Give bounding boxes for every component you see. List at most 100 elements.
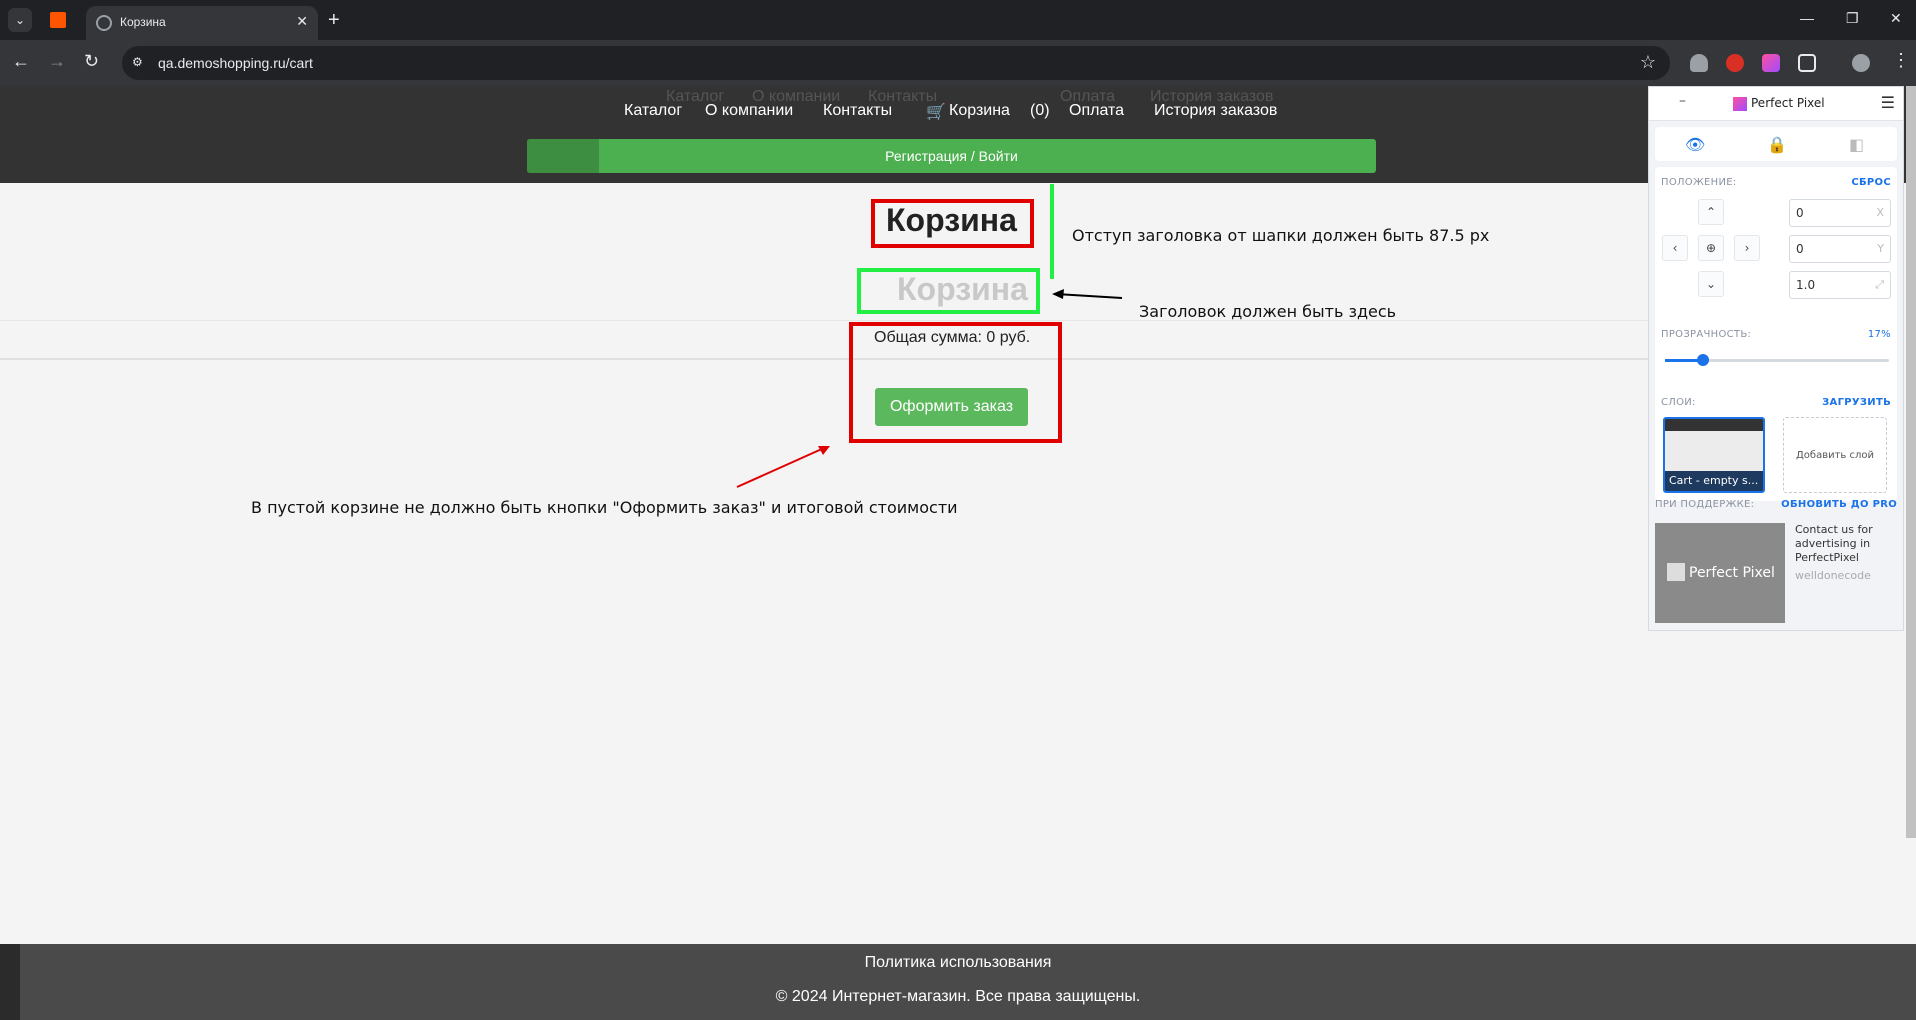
offset-annotation: Отступ заголовка от шапки должен быть 87… xyxy=(1072,226,1490,245)
x-position-input[interactable]: 0X xyxy=(1789,199,1891,227)
reset-link[interactable]: СБРОС xyxy=(1851,177,1891,188)
tab-search-dropdown[interactable]: ⌄ xyxy=(8,8,32,32)
bookmark-star-icon[interactable]: ☆ xyxy=(1640,52,1656,73)
soundcloud-pinned-tab-icon[interactable] xyxy=(50,12,66,28)
register-login-label: Регистрация / Войти xyxy=(885,148,1018,164)
reload-icon[interactable]: ↻ xyxy=(84,51,99,71)
cart-icon[interactable]: 🛒 xyxy=(926,102,946,122)
red-arrowhead xyxy=(818,446,830,455)
nav-order-history[interactable]: История заказов xyxy=(1154,102,1277,120)
x-value: 0 xyxy=(1796,206,1804,220)
move-up-button[interactable]: ⌃ xyxy=(1698,199,1724,225)
y-axis-label: Y xyxy=(1877,242,1884,255)
address-bar[interactable]: ⚙ qa.demoshopping.ru/cart ☆ xyxy=(122,46,1670,80)
ad-brand: Perfect Pixel xyxy=(1689,565,1775,581)
page-scrollbar[interactable] xyxy=(1906,86,1916,838)
resize-icon: ⤢ xyxy=(1875,278,1884,291)
y-value: 0 xyxy=(1796,242,1804,256)
browser-menu-icon[interactable]: ⋮ xyxy=(1892,50,1910,70)
nav-cart[interactable]: Корзина xyxy=(949,102,1010,120)
browser-toolbar: ← → ↻ ⚙ qa.demoshopping.ru/cart ☆ ⋮ xyxy=(0,40,1916,86)
red-arrow-line xyxy=(736,447,825,488)
perfect-pixel-panel: – Perfect Pixel ☰ 👁 🔒 ◧ ПОЛОЖЕНИЕ: СБРОС… xyxy=(1648,86,1904,631)
center-button[interactable]: ⊕ xyxy=(1698,235,1724,261)
site-footer: Политика использования © 2024 Интернет-м… xyxy=(0,944,1916,1020)
terms-of-use-link[interactable]: Политика использования xyxy=(0,954,1916,972)
y-position-input[interactable]: 0Y xyxy=(1789,235,1891,263)
site-info-icon[interactable]: ⚙ xyxy=(132,55,148,71)
divider xyxy=(0,358,1660,360)
nav-about[interactable]: О компании xyxy=(705,102,793,120)
eye-icon[interactable]: 👁 xyxy=(1685,135,1705,154)
position-label: ПОЛОЖЕНИЕ: xyxy=(1661,177,1737,188)
opacity-label: ПРОЗРАЧНОСТЬ: xyxy=(1661,329,1752,340)
site-header: Каталог О компании Контакты Оплата Истор… xyxy=(0,86,1916,183)
window-close-button[interactable]: ✕ xyxy=(1890,10,1902,27)
nav-contacts[interactable]: Контакты xyxy=(823,102,892,120)
pp-logo-icon xyxy=(1733,97,1747,111)
black-arrowhead xyxy=(1052,289,1064,299)
move-right-button[interactable]: › xyxy=(1734,235,1760,261)
upgrade-pro-link[interactable]: ОБНОВИТЬ ДО PRO xyxy=(1781,499,1897,510)
layers-label: СЛОИ: xyxy=(1661,397,1696,408)
ad-banner[interactable]: Perfect Pixel xyxy=(1655,523,1785,623)
move-down-button[interactable]: ⌄ xyxy=(1698,271,1724,297)
move-left-button[interactable]: ‹ xyxy=(1662,235,1688,261)
title-position-annotation: Заголовок должен быть здесь xyxy=(1139,302,1397,321)
pp-title: Perfect Pixel xyxy=(1751,96,1825,110)
opacity-slider[interactable] xyxy=(1665,354,1889,366)
pp-tabs: 👁 🔒 ◧ xyxy=(1655,127,1897,161)
opacity-slider-thumb[interactable] xyxy=(1697,354,1710,366)
layer-name: Cart - empty s... xyxy=(1665,471,1763,491)
perfect-pixel-extension-icon[interactable] xyxy=(1762,54,1780,72)
browser-tabbar: ⌄ Корзина ✕ + — ❐ ✕ xyxy=(0,0,1916,40)
pp-position-box: ПОЛОЖЕНИЕ: СБРОС ⌃ ‹ ⊕ › ⌄ 0X 0Y 1.0 ⤢ ПР… xyxy=(1655,167,1897,405)
ghost-page-title: Корзина xyxy=(897,271,1028,307)
layer-thumb-header xyxy=(1665,419,1763,431)
globe-icon xyxy=(96,15,112,31)
forward-arrow-icon[interactable]: → xyxy=(48,51,66,71)
url-text[interactable]: qa.demoshopping.ru/cart xyxy=(158,55,313,71)
nav-cart-count[interactable]: (0) xyxy=(1030,102,1050,120)
ad-logo-icon xyxy=(1667,563,1685,581)
invert-icon[interactable]: ◧ xyxy=(1849,135,1864,154)
scale-input[interactable]: 1.0 ⤢ xyxy=(1789,271,1891,299)
empty-cart-annotation: В пустой корзине не должно быть кнопки "… xyxy=(251,498,958,517)
x-axis-label: X xyxy=(1876,206,1884,219)
window-restore-button[interactable]: ❐ xyxy=(1846,10,1859,27)
order-total: Общая сумма: 0 руб. xyxy=(874,329,1031,346)
black-arrow-line xyxy=(1055,293,1123,299)
page-title: Корзина xyxy=(886,202,1017,238)
nav-catalog[interactable]: Каталог xyxy=(624,102,682,120)
back-arrow-icon[interactable]: ← xyxy=(12,51,30,71)
pp-layers-box: СЛОИ: ЗАГРУЗИТЬ Cart - empty s... Добави… xyxy=(1655,389,1897,501)
page-content: Каталог О компании Контакты Оплата Истор… xyxy=(0,86,1916,1020)
new-tab-button[interactable]: + xyxy=(328,8,340,32)
profile-avatar-icon[interactable] xyxy=(1852,54,1870,72)
layer-thumbnail[interactable]: Cart - empty s... xyxy=(1663,417,1765,493)
copyright-text: © 2024 Интернет-магазин. Все права защищ… xyxy=(775,988,1141,1005)
ad-text[interactable]: Contact us for advertising in PerfectPix… xyxy=(1795,523,1895,565)
register-login-button[interactable]: Регистрация / Войти xyxy=(527,139,1376,173)
extensions-puzzle-icon[interactable] xyxy=(1798,54,1816,72)
tab-title: Корзина xyxy=(120,15,166,29)
upload-link[interactable]: ЗАГРУЗИТЬ xyxy=(1822,397,1891,408)
window-minimize-button[interactable]: — xyxy=(1800,10,1814,26)
opacity-value: 17% xyxy=(1867,329,1891,340)
divider xyxy=(0,320,1660,321)
scale-value: 1.0 xyxy=(1796,278,1816,292)
register-bar-shade xyxy=(527,139,599,173)
ad-sub[interactable]: welldonecode xyxy=(1795,569,1871,582)
shield-extension-icon[interactable] xyxy=(1690,54,1708,72)
pp-menu-icon[interactable]: ☰ xyxy=(1881,93,1895,112)
tab-close-icon[interactable]: ✕ xyxy=(296,13,308,30)
lock-icon[interactable]: 🔒 xyxy=(1767,135,1787,154)
active-tab[interactable]: Корзина ✕ xyxy=(86,6,318,40)
pp-header: – Perfect Pixel ☰ xyxy=(1649,87,1903,121)
nav-payment[interactable]: Оплата xyxy=(1069,102,1124,120)
support-label: ПРИ ПОДДЕРЖКЕ: xyxy=(1655,499,1755,510)
stop-hand-extension-icon[interactable] xyxy=(1726,54,1744,72)
checkout-button[interactable]: Оформить заказ xyxy=(875,388,1028,426)
pp-minimize-button[interactable]: – xyxy=(1679,93,1686,109)
add-layer-button[interactable]: Добавить слой xyxy=(1783,417,1887,493)
